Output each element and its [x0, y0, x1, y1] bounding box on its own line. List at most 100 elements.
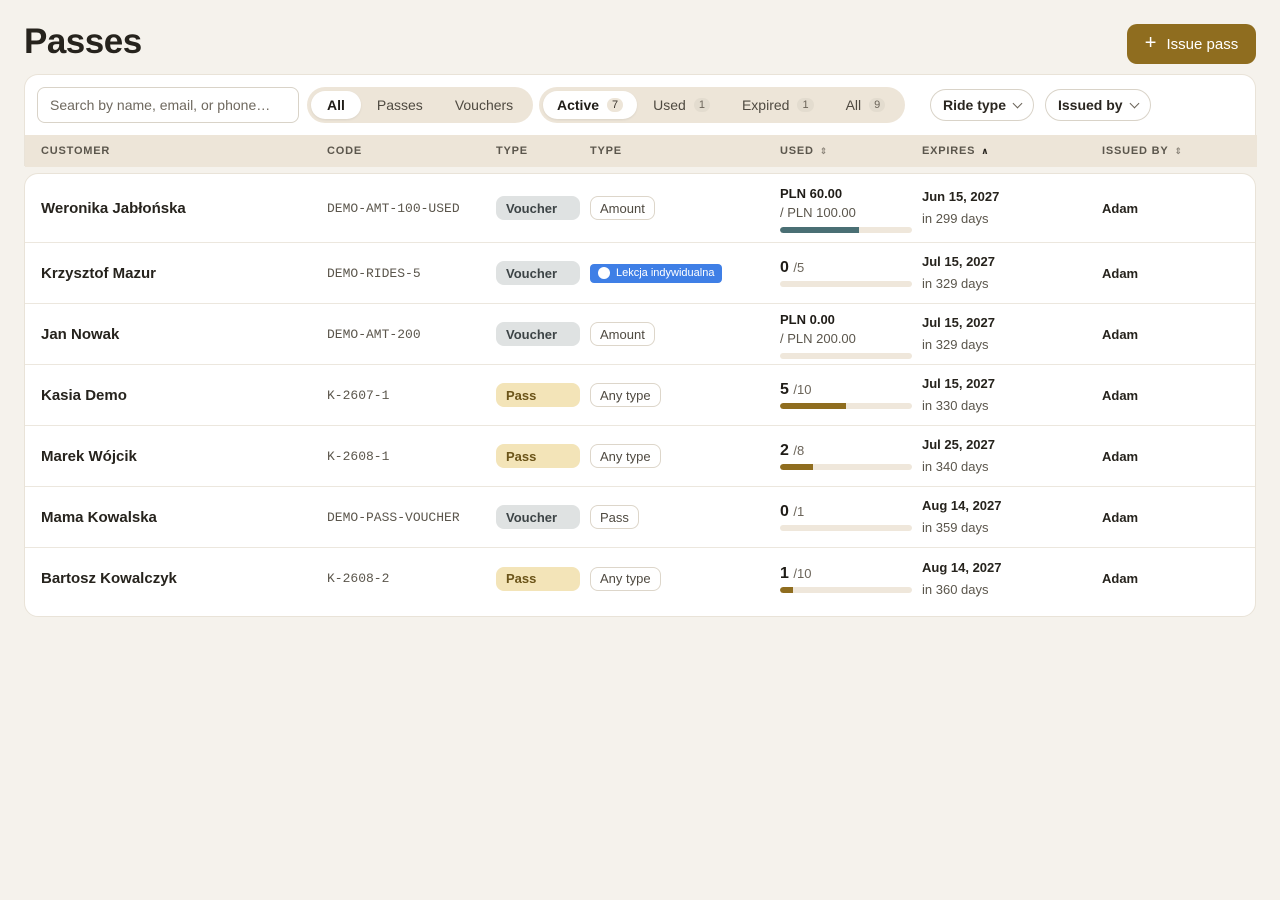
pass-code: K-2607-1	[327, 387, 390, 403]
total-amount: / PLN 200.00	[780, 330, 856, 346]
subtype-badge: Pass	[590, 505, 639, 529]
expires-relative: in 329 days	[922, 276, 989, 291]
customer-name: Weronika Jabłońska	[41, 199, 186, 217]
column-customer[interactable]: CUSTOMER	[41, 135, 110, 167]
column-issued-by[interactable]: ISSUED BY ⇕	[1102, 135, 1183, 167]
expires-relative: in 330 days	[922, 398, 989, 413]
usage-progress-bar	[780, 226, 912, 233]
used-count: 5	[780, 381, 789, 398]
filter-toolbar: All Passes Vouchers Active 7 Used 1 Expi…	[24, 74, 1257, 167]
status-filter: Active 7 Used 1 Expired 1 All 9	[539, 87, 906, 123]
ride-type-dot-icon	[598, 267, 610, 279]
customer-name: Jan Nowak	[41, 325, 120, 343]
expires-relative: in 329 days	[922, 337, 989, 352]
table-row[interactable]: Weronika Jabłońska DEMO-AMT-100-USED Vou…	[25, 174, 1255, 243]
chevron-down-icon	[1129, 98, 1140, 108]
pass-code: K-2608-1	[327, 448, 390, 464]
customer-name: Mama Kowalska	[41, 508, 157, 526]
column-subtype[interactable]: TYPE	[590, 135, 622, 167]
table-row[interactable]: Kasia Demo K-2607-1 Pass Any type 5 /10 …	[25, 365, 1255, 426]
issued-by: Adam	[1102, 509, 1139, 525]
usage-progress-fill	[780, 226, 860, 233]
status-tab-all[interactable]: All 9	[830, 91, 902, 119]
kind-tab-all[interactable]: All	[311, 91, 361, 119]
expires-relative: in 360 days	[922, 581, 989, 597]
issued-by-dropdown[interactable]: Issued by	[1045, 89, 1151, 121]
pass-code: DEMO-PASS-VOUCHER	[327, 509, 460, 525]
used-amount: PLN 0.00	[780, 311, 835, 327]
column-code[interactable]: CODE	[327, 135, 362, 167]
expires-date: Jul 15, 2027	[922, 254, 995, 269]
plus-icon: +	[1144, 32, 1157, 54]
column-type[interactable]: TYPE	[496, 135, 528, 167]
ride-type-dropdown[interactable]: Ride type	[930, 89, 1035, 121]
expires-relative: in 340 days	[922, 459, 989, 474]
usage-progress-bar	[780, 525, 912, 531]
status-count: 1	[797, 98, 814, 112]
column-expires[interactable]: EXPIRES ∧	[922, 135, 989, 167]
issued-by: Adam	[1102, 265, 1139, 281]
usage-progress-bar	[780, 281, 912, 287]
used-count: 0	[780, 259, 789, 276]
issued-by: Adam	[1102, 571, 1139, 586]
expires-date: Jul 15, 2027	[922, 315, 995, 330]
issued-by: Adam	[1102, 326, 1139, 342]
type-badge: Pass	[496, 566, 580, 591]
usage-progress-bar	[780, 464, 912, 470]
status-tab-used[interactable]: Used 1	[637, 91, 726, 119]
kind-tab-vouchers[interactable]: Vouchers	[439, 91, 529, 119]
subtype-badge: Any type	[590, 444, 661, 468]
issue-pass-button[interactable]: + Issue pass	[1127, 24, 1256, 64]
issued-by: Adam	[1102, 200, 1139, 216]
type-badge: Voucher	[496, 196, 580, 220]
table-row[interactable]: Marek Wójcik K-2608-1 Pass Any type 2 /8…	[25, 426, 1255, 487]
issue-pass-label: Issue pass	[1166, 35, 1239, 53]
page-title: Passes	[24, 22, 142, 61]
column-used[interactable]: USED ⇕	[780, 135, 828, 167]
used-amount: PLN 60.00	[780, 185, 843, 201]
total-count: /5	[793, 260, 805, 275]
issued-by: Adam	[1102, 448, 1139, 464]
customer-name: Bartosz Kowalczyk	[41, 570, 177, 587]
customer-name: Krzysztof Mazur	[41, 264, 157, 282]
type-badge: Voucher	[496, 261, 580, 285]
table-row[interactable]: Jan Nowak DEMO-AMT-200 Voucher Amount PL…	[25, 304, 1255, 365]
status-count: 7	[607, 98, 624, 112]
search-input[interactable]	[37, 87, 299, 123]
sort-ascending-icon: ∧	[981, 145, 990, 156]
total-amount: / PLN 100.00	[780, 204, 856, 220]
chevron-down-icon	[1012, 98, 1023, 108]
expires-relative: in 359 days	[922, 520, 989, 535]
used-count: 0	[780, 503, 789, 520]
usage-progress-fill	[780, 586, 794, 593]
table-row[interactable]: Bartosz Kowalczyk K-2608-2 Pass Any type…	[25, 548, 1255, 609]
subtype-badge: Any type	[590, 566, 661, 591]
status-tab-expired[interactable]: Expired 1	[726, 91, 830, 119]
type-badge: Voucher	[496, 322, 580, 346]
expires-date: Aug 14, 2027	[922, 498, 1002, 513]
pass-code: DEMO-AMT-100-USED	[327, 200, 460, 216]
total-count: /8	[793, 443, 805, 458]
status-tab-active[interactable]: Active 7	[543, 91, 638, 119]
total-count: /1	[793, 504, 805, 519]
type-badge: Voucher	[496, 505, 580, 529]
customer-name: Kasia Demo	[41, 386, 127, 404]
pass-code: DEMO-RIDES-5	[327, 265, 421, 281]
usage-progress-bar	[780, 586, 912, 593]
table-row[interactable]: Mama Kowalska DEMO-PASS-VOUCHER Voucher …	[25, 487, 1255, 548]
table-row[interactable]: Krzysztof Mazur DEMO-RIDES-5 Voucher Lek…	[25, 243, 1255, 304]
used-count: 1	[780, 564, 789, 582]
used-count: 2	[780, 442, 789, 459]
usage-progress-bar	[780, 403, 912, 409]
customer-name: Marek Wójcik	[41, 447, 137, 465]
pass-code: DEMO-AMT-200	[327, 326, 421, 342]
kind-filter: All Passes Vouchers	[307, 87, 534, 123]
type-badge: Pass	[496, 444, 580, 468]
subtype-badge: Any type	[590, 383, 661, 407]
sort-icon: ⇕	[819, 145, 829, 156]
expires-date: Jul 25, 2027	[922, 437, 995, 452]
status-count: 9	[869, 98, 886, 112]
passes-table: Weronika Jabłońska DEMO-AMT-100-USED Vou…	[24, 173, 1256, 617]
kind-tab-passes[interactable]: Passes	[361, 91, 439, 119]
expires-date: Jun 15, 2027	[922, 189, 1000, 204]
